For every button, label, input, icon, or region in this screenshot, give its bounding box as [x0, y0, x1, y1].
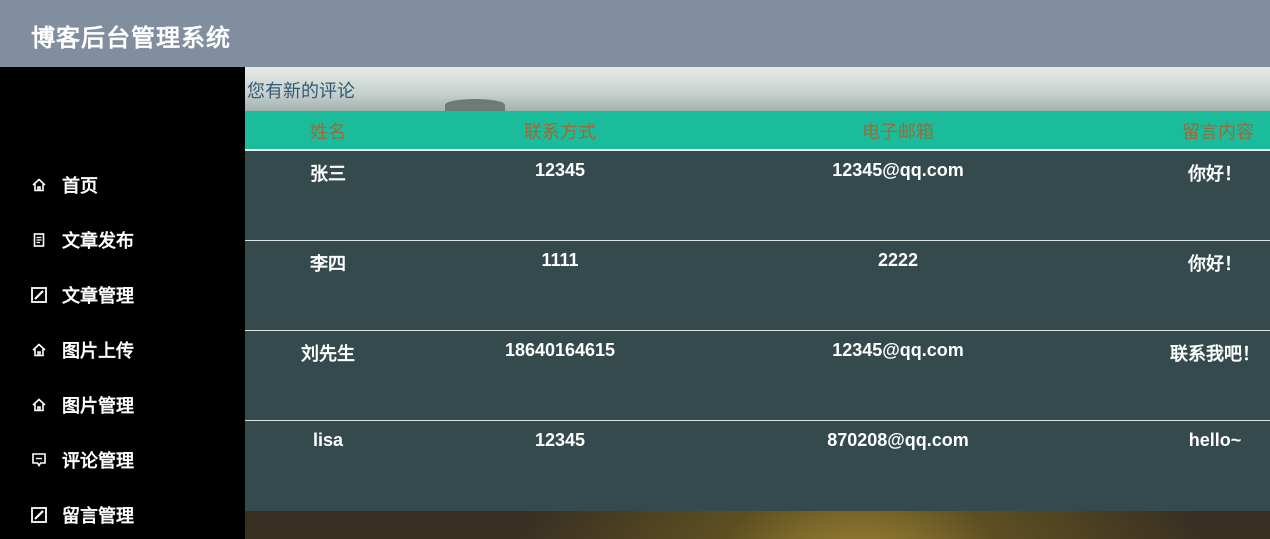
cell-name: 李四 — [310, 254, 346, 274]
messages-table: 姓名 联系方式 电子邮箱 留言内容 张三 12345 12345@qq.com … — [245, 111, 1270, 511]
cell-contact: 1111 — [541, 250, 579, 270]
sidebar-item-label: 图片管理 — [62, 396, 134, 417]
edit-icon — [30, 506, 48, 524]
column-header-contact: 联系方式 — [524, 122, 596, 143]
comment-icon — [30, 451, 48, 469]
column-header-name: 姓名 — [310, 122, 346, 143]
sidebar-item-label: 留言管理 — [62, 506, 134, 527]
sidebar-item-label: 首页 — [62, 176, 98, 197]
sidebar-item-label: 图片上传 — [62, 341, 134, 362]
cell-message: 联系我吧！ — [1170, 344, 1260, 364]
home-icon — [30, 341, 48, 359]
new-comment-notice: 您有新的评论 — [247, 81, 355, 102]
table-row[interactable]: lisa 12345 870208@qq.com hello~ — [245, 421, 1270, 511]
sidebar-item-message-manage[interactable]: 留言管理 — [30, 500, 230, 530]
home-icon — [30, 396, 48, 414]
sidebar-item-comment-manage[interactable]: 评论管理 — [30, 445, 230, 475]
edit-icon — [30, 286, 48, 304]
document-icon — [30, 231, 48, 249]
cell-contact: 18640164615 — [504, 340, 616, 360]
cell-message: hello~ — [1188, 430, 1242, 450]
sidebar-item-article-manage[interactable]: 文章管理 — [30, 280, 230, 310]
table-row[interactable]: 张三 12345 12345@qq.com 你好！ — [245, 151, 1270, 241]
sidebar-item-home[interactable]: 首页 — [30, 170, 230, 200]
cell-message: 你好！ — [1188, 164, 1242, 184]
table-body: 张三 12345 12345@qq.com 你好！ 李四 1111 2222 你… — [245, 151, 1270, 511]
sidebar-item-label: 文章发布 — [62, 231, 134, 252]
home-icon — [30, 176, 48, 194]
cell-email: 12345@qq.com — [832, 340, 964, 360]
cell-email: 12345@qq.com — [832, 160, 964, 180]
cell-email: 870208@qq.com — [827, 430, 969, 450]
table-row[interactable]: 刘先生 18640164615 12345@qq.com 联系我吧！ — [245, 331, 1270, 421]
app-title: 博客后台管理系统 — [31, 23, 231, 52]
cell-email: 2222 — [877, 250, 919, 270]
main-content: 您有新的评论 姓名 联系方式 电子邮箱 留言内容 张三 12345 12345@… — [245, 67, 1270, 539]
sidebar-item-image-upload[interactable]: 图片上传 — [30, 335, 230, 365]
sidebar-item-label: 评论管理 — [62, 451, 134, 472]
background-landscape — [445, 99, 505, 111]
column-header-email: 电子邮箱 — [862, 122, 934, 143]
sidebar-item-image-manage[interactable]: 图片管理 — [30, 390, 230, 420]
sidebar-item-article-publish[interactable]: 文章发布 — [30, 225, 230, 255]
column-header-message: 留言内容 — [1182, 122, 1254, 143]
sidebar-item-label: 文章管理 — [62, 286, 134, 307]
cell-message: 你好！ — [1188, 254, 1242, 274]
sidebar: 首页 文章发布 文章管理 图片上传 图片管理 评论管理 留言管理 — [0, 67, 245, 539]
table-row[interactable]: 李四 1111 2222 你好！ — [245, 241, 1270, 331]
top-header: 博客后台管理系统 — [0, 0, 1270, 67]
cell-contact: 12345 — [534, 160, 586, 180]
cell-name: 张三 — [310, 164, 346, 184]
cell-name: 刘先生 — [301, 344, 355, 364]
cell-name: lisa — [312, 430, 344, 450]
cell-contact: 12345 — [534, 430, 586, 450]
table-header: 姓名 联系方式 电子邮箱 留言内容 — [245, 111, 1270, 151]
